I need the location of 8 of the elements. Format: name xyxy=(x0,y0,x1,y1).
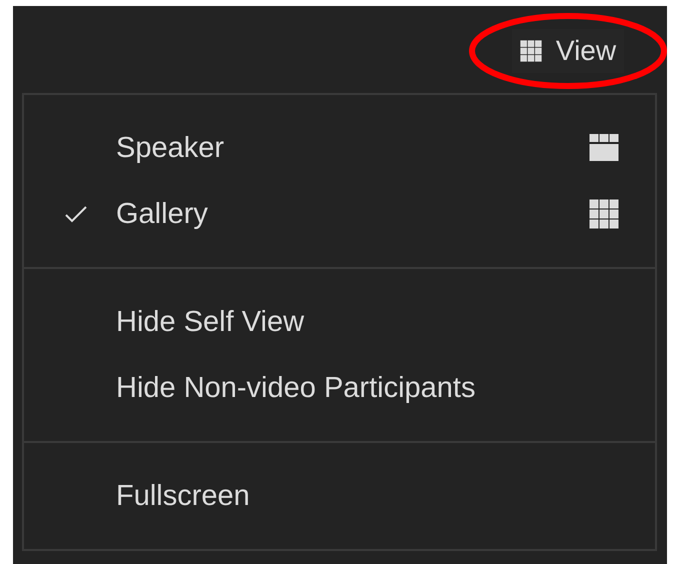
menu-item[interactable]: Hide Self View xyxy=(24,289,655,355)
menu-item[interactable]: Speaker xyxy=(24,115,655,181)
grid-icon xyxy=(520,40,542,62)
menu-item[interactable]: Fullscreen xyxy=(24,463,655,529)
speaker-layout-icon xyxy=(589,133,619,163)
menu-item[interactable]: Gallery xyxy=(24,181,655,247)
menu-item[interactable]: Hide Non-video Participants xyxy=(24,355,655,421)
grid-icon xyxy=(589,199,619,229)
